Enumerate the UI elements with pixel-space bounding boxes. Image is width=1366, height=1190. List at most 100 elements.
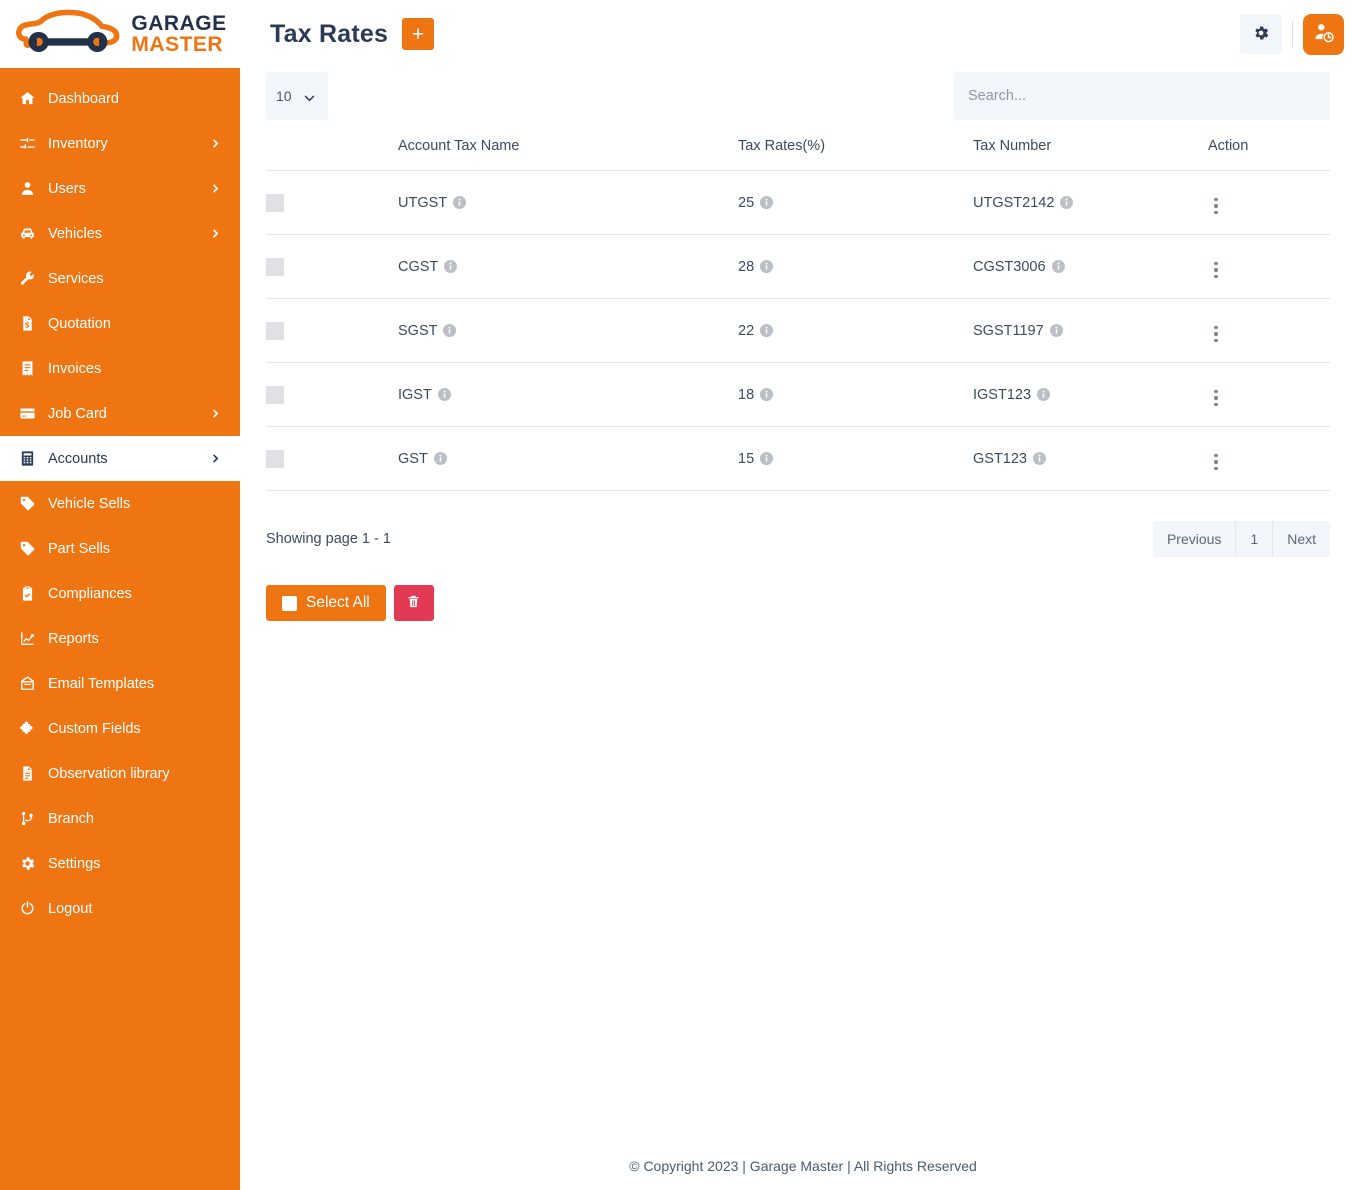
pagination-next[interactable]: Next [1272, 521, 1330, 557]
row-select-cell [266, 234, 398, 299]
cell-account-tax-name: IGST [398, 362, 738, 427]
search-input[interactable] [954, 72, 1330, 120]
cell-tax-number: IGST123 [973, 362, 1208, 427]
gear-icon [16, 853, 38, 875]
sidebar-item-logout[interactable]: Logout [0, 886, 240, 931]
info-icon[interactable] [1033, 451, 1046, 465]
info-icon[interactable] [760, 323, 774, 337]
sidebar-item-label: Reports [48, 630, 99, 647]
sidebar-item-label: Branch [48, 810, 94, 827]
table-row: CGST 28 CGST3006 [266, 234, 1330, 299]
sidebar-item-branch[interactable]: Branch [0, 796, 240, 841]
chevron-right-icon [208, 139, 222, 148]
sidebar-item-compliances[interactable]: Compliances [0, 571, 240, 616]
row-checkbox[interactable] [266, 193, 284, 212]
info-icon[interactable] [1060, 195, 1074, 209]
sidebar-item-dashboard[interactable]: Dashboard [0, 76, 240, 121]
table-head: Account Tax Name Tax Rates(%) Tax Number… [266, 132, 1330, 171]
sidebar-item-inventory[interactable]: Inventory [0, 121, 240, 166]
profile-history-button[interactable] [1303, 13, 1344, 55]
row-select-cell [266, 298, 398, 363]
info-icon[interactable] [453, 195, 467, 209]
cell-tax-number: SGST1197 [973, 298, 1208, 363]
sidebar-item-label: Custom Fields [48, 720, 141, 737]
row-checkbox[interactable] [266, 257, 284, 276]
page-length-select[interactable]: 10 [266, 72, 328, 120]
cell-action [1208, 426, 1330, 491]
kebab-menu-icon[interactable] [1208, 324, 1224, 345]
settings-button[interactable] [1240, 14, 1282, 54]
card-icon [16, 403, 38, 425]
sidebar-item-settings[interactable]: Settings [0, 841, 240, 886]
brand-line-1: GARAGE [131, 12, 227, 35]
pagination-previous[interactable]: Previous [1153, 521, 1235, 557]
gear-icon [1252, 24, 1270, 45]
row-checkbox[interactable] [266, 449, 284, 468]
sidebar-item-part-sells[interactable]: Part Sells [0, 526, 240, 571]
sidebar-item-invoices[interactable]: Invoices [0, 346, 240, 391]
kebab-menu-icon[interactable] [1208, 196, 1224, 217]
sidebar-item-label: Part Sells [48, 540, 111, 557]
sidebar-item-services[interactable]: Services [0, 256, 240, 301]
kebab-menu-icon[interactable] [1208, 388, 1224, 409]
table-row: GST 15 GST123 [266, 426, 1330, 491]
info-icon[interactable] [1037, 387, 1051, 401]
row-checkbox[interactable] [266, 321, 284, 340]
cell-tax-rate: 28 [738, 234, 973, 299]
header-tax-number: Tax Number [973, 132, 1208, 171]
cell-tax-number: GST123 [973, 426, 1208, 491]
sidebar-item-quotation[interactable]: Quotation [0, 301, 240, 346]
info-icon[interactable] [444, 259, 458, 273]
tax-rate-value: 25 [738, 194, 755, 211]
sidebar-item-label: Vehicle Sells [48, 495, 131, 512]
info-icon[interactable] [760, 195, 774, 209]
header-select [266, 132, 398, 171]
sidebar-item-vehicles[interactable]: Vehicles [0, 211, 240, 256]
pagination-row: Showing page 1 - 1 Previous 1 Next [266, 521, 1330, 557]
power-icon [16, 898, 38, 920]
info-icon[interactable] [1049, 323, 1063, 337]
info-icon[interactable] [437, 387, 451, 401]
sidebar-nav: Dashboard Inventory Users Vehicles Services Q… [0, 68, 240, 931]
info-icon[interactable] [760, 387, 774, 401]
sidebar-item-label: Accounts [48, 450, 108, 467]
info-icon[interactable] [433, 451, 447, 465]
table-row: IGST 18 IGST123 [266, 362, 1330, 427]
search-wrapper [954, 72, 1330, 120]
kebab-menu-icon[interactable] [1208, 452, 1224, 473]
car-icon [16, 223, 38, 245]
sidebar-item-observation-library[interactable]: Observation library [0, 751, 240, 796]
info-icon[interactable] [760, 259, 774, 273]
info-icon[interactable] [443, 323, 457, 337]
sidebar-item-job-card[interactable]: Job Card [0, 391, 240, 436]
cell-action [1208, 234, 1330, 299]
sidebar-item-users[interactable]: Users [0, 166, 240, 211]
info-icon[interactable] [1051, 259, 1065, 273]
sidebar-item-label: Job Card [48, 405, 107, 422]
sidebar-item-label: Inventory [48, 135, 108, 152]
clipboard-check-icon [16, 583, 38, 605]
user-icon [16, 178, 38, 200]
pagination: Previous 1 Next [1152, 521, 1330, 557]
info-icon[interactable] [760, 451, 774, 465]
header-action: Action [1208, 132, 1330, 171]
brand-logo[interactable]: GARAGE MASTER [0, 0, 240, 68]
cell-action [1208, 298, 1330, 363]
pagination-page-1[interactable]: 1 [1235, 521, 1272, 557]
sidebar-item-custom-fields[interactable]: Custom Fields [0, 706, 240, 751]
sidebar-item-accounts[interactable]: Accounts [0, 436, 240, 481]
select-all-label: Select All [306, 594, 370, 611]
table-row: SGST 22 SGST1197 [266, 298, 1330, 363]
tag-icon [16, 493, 38, 515]
sidebar-item-email-templates[interactable]: Email Templates [0, 661, 240, 706]
sidebar-item-reports[interactable]: Reports [0, 616, 240, 661]
sidebar-item-vehicle-sells[interactable]: Vehicle Sells [0, 481, 240, 526]
sidebar-item-label: Users [48, 180, 86, 197]
delete-selected-button[interactable] [393, 585, 434, 621]
tax-rate-value: 15 [738, 450, 755, 467]
kebab-menu-icon[interactable] [1208, 260, 1224, 281]
row-checkbox[interactable] [266, 385, 284, 404]
select-all-button[interactable]: Select All [266, 585, 386, 621]
add-tax-rate-button[interactable]: + [402, 18, 435, 50]
page-length-value: 10 [276, 88, 292, 104]
